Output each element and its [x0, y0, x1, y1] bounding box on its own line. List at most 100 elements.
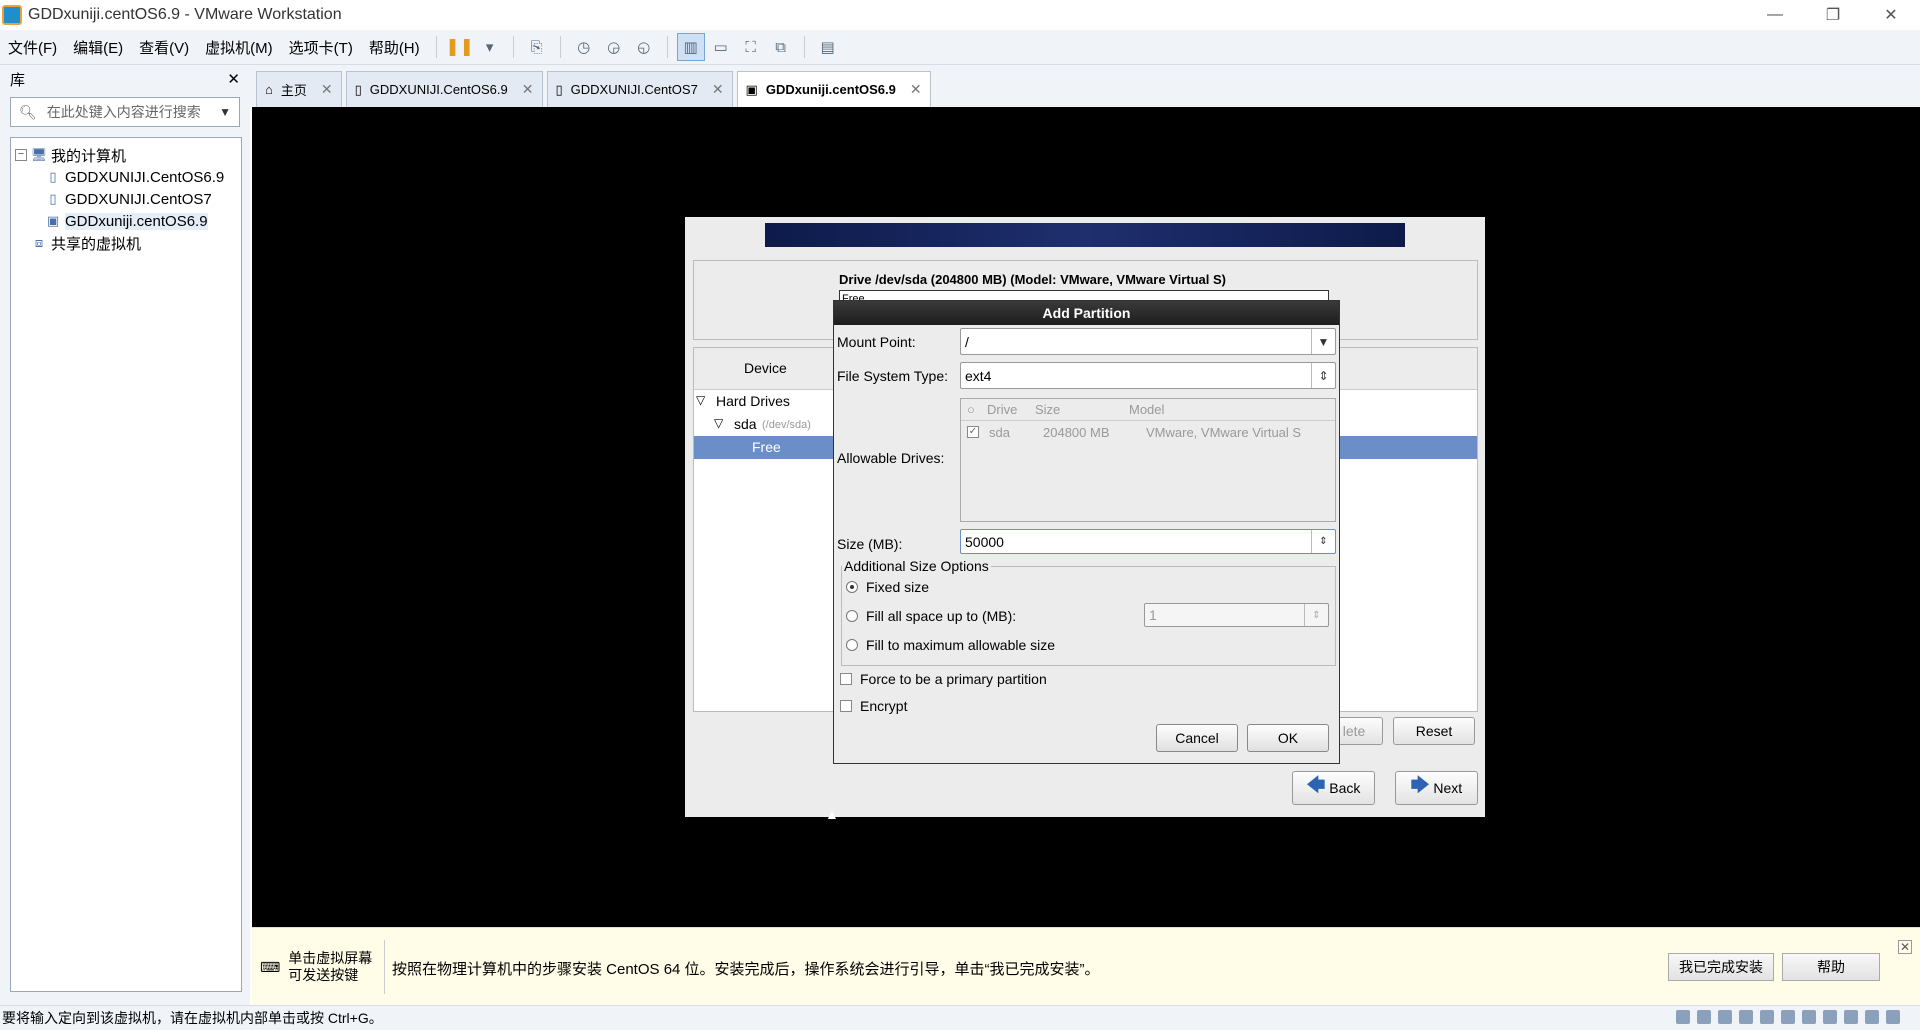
radio-on-icon[interactable]: [846, 581, 858, 593]
mouse-cursor-icon: ▲: [825, 806, 839, 822]
option-fill-up-to[interactable]: Fill all space up to (MB):: [846, 608, 1016, 624]
size-spinner[interactable]: ⇕: [1311, 530, 1335, 553]
fullscreen-icon: ⛶: [745, 38, 756, 56]
help-button[interactable]: 帮助: [1782, 953, 1880, 981]
console-view-button[interactable]: ▤: [814, 33, 842, 61]
spin-arrows-icon[interactable]: ⇕: [1311, 363, 1335, 388]
home-icon: ⌂: [265, 82, 273, 97]
tab-close-button[interactable]: ✕: [910, 81, 922, 98]
pause-icon: ❚❚: [445, 37, 474, 56]
library-panel: 库 ✕ 🔍︎ 在此处键入内容进行搜索 ▼ − 🖥 我的计算机 ▯ GDDXUNI…: [0, 65, 250, 1005]
option-fill-max[interactable]: Fill to maximum allowable size: [846, 637, 1055, 653]
menu-vm[interactable]: 虚拟机(M): [197, 37, 281, 58]
force-primary-checkbox[interactable]: Force to be a primary partition: [840, 671, 1047, 687]
full-screen-button[interactable]: ⛶: [737, 33, 765, 61]
send-keys-hint: ⌨ 单击虚拟屏幕 可发送按键: [260, 950, 373, 983]
tab-vm[interactable]: ▯ GDDXUNIJI.CentOS6.9 ✕: [345, 71, 543, 107]
show-thumbnails-button[interactable]: ▭: [707, 33, 735, 61]
show-library-button[interactable]: ▥: [676, 33, 705, 61]
usb-icon[interactable]: [1739, 1010, 1753, 1024]
tree-node-vm[interactable]: ▯ GDDXUNIJI.CentOS7: [11, 188, 241, 210]
minimize-button[interactable]: —: [1746, 0, 1804, 30]
installation-done-button[interactable]: 我已完成安装: [1668, 953, 1774, 981]
network-adapter-icon[interactable]: [1718, 1010, 1732, 1024]
expand-triangle-icon[interactable]: ▽: [696, 393, 705, 407]
send-ctrl-alt-del-button[interactable]: ⎘: [523, 33, 551, 61]
collapse-icon[interactable]: −: [15, 149, 27, 161]
status-text: 要将输入定向到该虚拟机，请在虚拟机内部单击或按 Ctrl+G。: [2, 1010, 383, 1026]
tab-bar: ⌂ 主页 ✕ ▯ GDDXUNIJI.CentOS6.9 ✕ ▯ GDDXUNI…: [250, 65, 1920, 107]
toolbar-separator: [803, 36, 805, 58]
snapshot-manager-icon: ◵: [637, 39, 651, 56]
checkbox-icon[interactable]: [840, 673, 852, 685]
toolbar-separator: [435, 36, 437, 58]
encrypt-checkbox[interactable]: Encrypt: [840, 698, 907, 714]
arrow-left-icon: 🡄: [1306, 775, 1326, 795]
mount-point-combo[interactable]: / ▼: [960, 328, 1336, 355]
usb-device-icon[interactable]: [1844, 1010, 1858, 1024]
revert-snapshot-button[interactable]: ◶: [600, 33, 628, 61]
option-fixed-size[interactable]: Fixed size: [846, 579, 929, 595]
ok-button[interactable]: OK: [1247, 724, 1329, 752]
fs-type-select[interactable]: ext4 ⇕: [960, 362, 1336, 389]
expand-triangle-icon[interactable]: ▽: [714, 416, 723, 430]
checkbox-icon[interactable]: [840, 700, 852, 712]
message-icon[interactable]: [1886, 1010, 1900, 1024]
tab-home[interactable]: ⌂ 主页 ✕: [256, 71, 342, 107]
tab-close-button[interactable]: ✕: [712, 81, 724, 98]
status-bar: 要将输入定向到该虚拟机，请在虚拟机内部单击或按 Ctrl+G。: [0, 1005, 1920, 1030]
snapshot-button[interactable]: ◷: [570, 33, 598, 61]
notification-close-button[interactable]: ✕: [1898, 940, 1912, 954]
tab-vm-active[interactable]: ▣ GDDxuniji.centOS6.9 ✕: [736, 71, 931, 107]
hard-disk-icon[interactable]: [1676, 1010, 1690, 1024]
unity-icon: ⧉: [775, 38, 786, 56]
menu-bar: 文件(F) 编辑(E) 查看(V) 虚拟机(M) 选项卡(T) 帮助(H) ❚❚…: [0, 30, 1920, 65]
cd-rom-icon[interactable]: [1697, 1010, 1711, 1024]
allowable-drives-table: ○ Drive Size Model ✓ sda 204800 MB VMwar…: [960, 398, 1336, 522]
sound-icon[interactable]: [1760, 1010, 1774, 1024]
console-icon: ▤: [820, 39, 835, 56]
library-search-input[interactable]: 🔍︎ 在此处键入内容进行搜索 ▼: [10, 97, 240, 127]
title-bar: GDDxuniji.centOS6.9 - VMware Workstation…: [0, 0, 1920, 30]
menu-help[interactable]: 帮助(H): [361, 37, 428, 58]
pause-button[interactable]: ❚❚: [445, 33, 474, 61]
next-button[interactable]: 🡆 Next: [1395, 771, 1478, 805]
radio-header-icon: ○: [967, 402, 975, 417]
menu-edit[interactable]: 编辑(E): [65, 37, 131, 58]
search-placeholder: 在此处键入内容进行搜索: [46, 104, 201, 120]
fill-up-to-spinner[interactable]: ⇕: [1304, 604, 1328, 626]
restore-button[interactable]: ❐: [1804, 0, 1862, 30]
unity-button[interactable]: ⧉: [767, 33, 795, 61]
notification-message: 按照在物理计算机中的步骤安装 CentOS 64 位。安装完成后，操作系统会进行…: [392, 961, 1100, 978]
size-input[interactable]: 50000 ⇕: [960, 529, 1336, 554]
fill-up-to-input[interactable]: 1 ⇕: [1144, 603, 1329, 627]
tab-close-button[interactable]: ✕: [321, 81, 333, 98]
snapshot-manager-button[interactable]: ◵: [630, 33, 658, 61]
search-dropdown-icon[interactable]: ▼: [219, 105, 231, 119]
radio-off-icon[interactable]: [846, 639, 858, 651]
tree-node-shared-vms[interactable]: ⧈ 共享的虚拟机: [11, 232, 241, 254]
display-icon[interactable]: [1865, 1010, 1879, 1024]
usb-device-icon[interactable]: [1802, 1010, 1816, 1024]
menu-file[interactable]: 文件(F): [0, 37, 65, 58]
tab-vm[interactable]: ▯ GDDXUNIJI.CentOS7 ✕: [546, 71, 733, 107]
library-close-button[interactable]: ✕: [227, 70, 240, 88]
printer-icon[interactable]: [1781, 1010, 1795, 1024]
cancel-button[interactable]: Cancel: [1156, 724, 1238, 752]
tab-close-button[interactable]: ✕: [522, 81, 534, 98]
tree-node-vm-selected[interactable]: ▣ GDDxuniji.centOS6.9: [11, 210, 241, 232]
menu-view[interactable]: 查看(V): [131, 37, 197, 58]
library-header: 库 ✕: [0, 65, 250, 93]
usb-device-icon[interactable]: [1823, 1010, 1837, 1024]
pause-dropdown-button[interactable]: ▾: [476, 33, 504, 61]
drive-row[interactable]: ✓ sda 204800 MB VMware, VMware Virtual S: [961, 421, 1335, 445]
drive-checkbox[interactable]: ✓: [967, 426, 979, 438]
close-window-button[interactable]: ✕: [1862, 0, 1920, 30]
tree-node-my-computer[interactable]: − 🖥 我的计算机: [11, 144, 241, 166]
chevron-down-icon[interactable]: ▼: [1311, 329, 1335, 354]
tree-node-vm[interactable]: ▯ GDDXUNIJI.CentOS6.9: [11, 166, 241, 188]
radio-off-icon[interactable]: [846, 610, 858, 622]
reset-button[interactable]: Reset: [1393, 717, 1475, 745]
menu-tabs[interactable]: 选项卡(T): [281, 37, 361, 58]
back-button[interactable]: 🡄 Back: [1292, 771, 1375, 805]
